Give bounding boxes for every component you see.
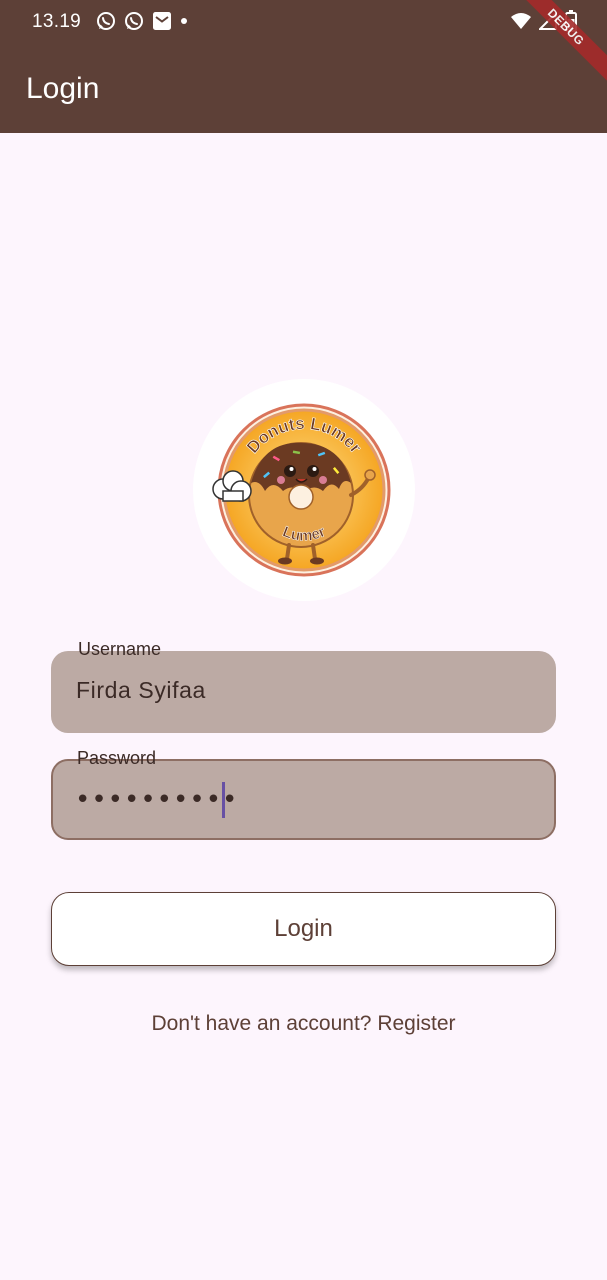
dot-icon xyxy=(181,18,187,24)
app-logo: Donuts Lumer Lumer xyxy=(193,379,415,601)
login-button[interactable]: Login xyxy=(51,892,556,966)
wifi-icon xyxy=(511,13,531,29)
username-field[interactable]: Username xyxy=(51,639,556,733)
whatsapp-icon xyxy=(97,12,115,30)
password-field[interactable]: Password •••••••••• xyxy=(51,748,556,840)
password-input[interactable]: •••••••••• xyxy=(75,785,238,815)
password-label: Password xyxy=(77,748,157,768)
page-title: Login xyxy=(26,72,100,105)
username-label: Username xyxy=(78,639,162,659)
username-input[interactable] xyxy=(76,677,516,704)
mail-icon xyxy=(153,12,171,30)
donut-logo-image: Donuts Lumer Lumer xyxy=(212,403,391,577)
text-cursor xyxy=(222,782,225,818)
app-bar: 13.19 Login DEBUG xyxy=(0,0,607,133)
status-time: 13.19 xyxy=(32,11,82,32)
status-icons-left xyxy=(96,11,188,31)
register-link[interactable]: Don't have an account? Register xyxy=(0,1012,607,1036)
whatsapp-icon xyxy=(125,12,143,30)
